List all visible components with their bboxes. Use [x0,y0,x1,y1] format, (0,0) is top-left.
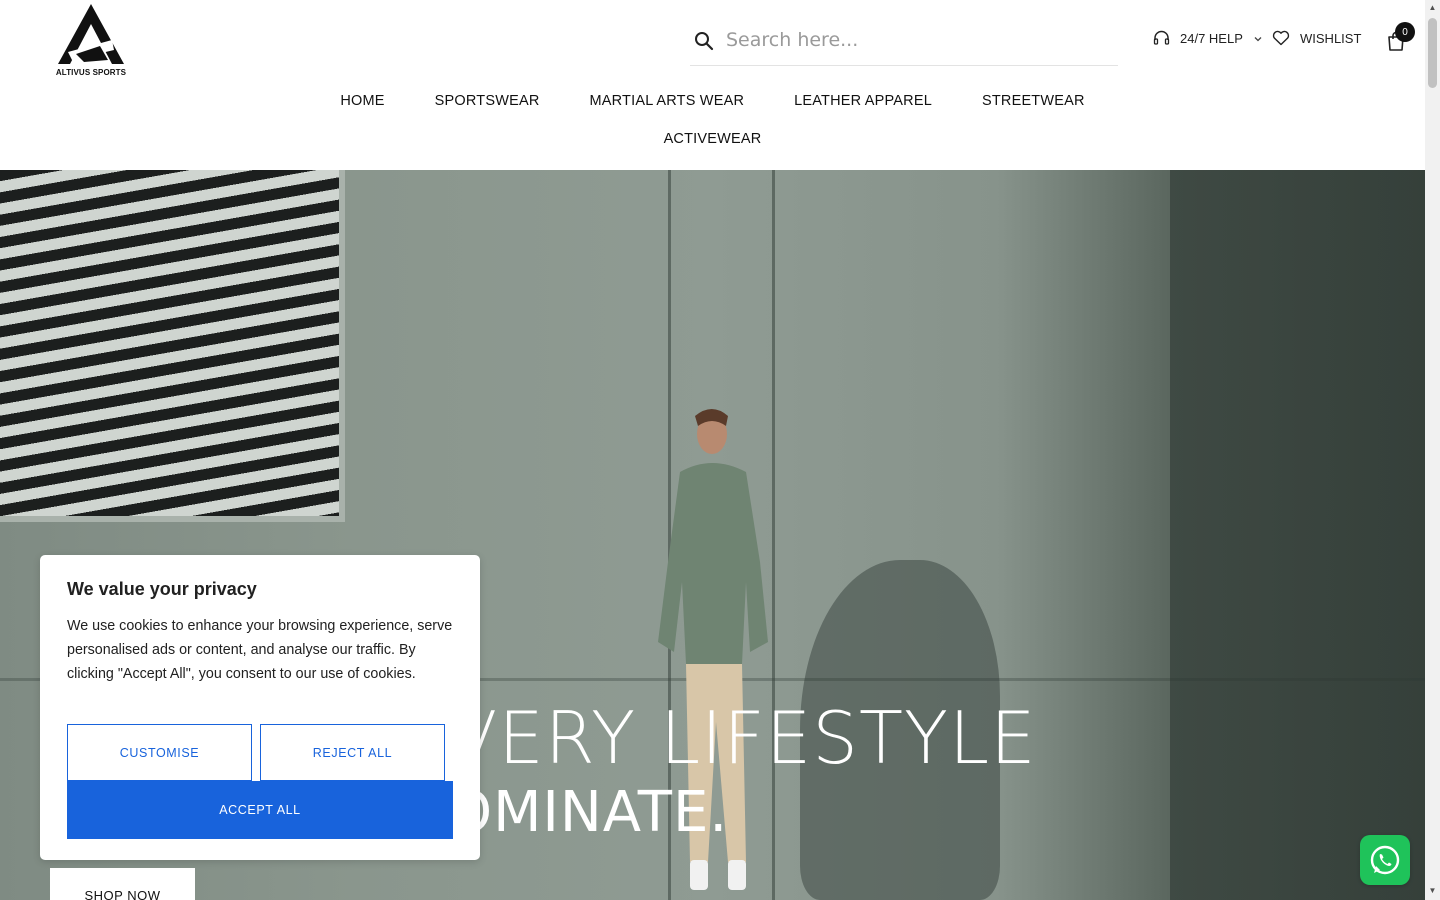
cookie-consent-dialog: We value your privacy We use cookies to … [40,555,480,860]
reject-all-button[interactable]: REJECT ALL [260,724,445,781]
cookie-title: We value your privacy [67,579,257,599]
help-menu[interactable]: 24/7 HELP [1153,30,1263,47]
accept-all-button[interactable]: ACCEPT ALL [67,781,453,839]
search-input[interactable] [726,26,1106,54]
brand-logo-text: ALTIVUS SPORTS [55,68,127,77]
nav-item-sportswear[interactable]: SPORTSWEAR [410,86,565,116]
headset-icon [1153,30,1170,45]
nav-item-home[interactable]: HOME [315,86,409,116]
scroll-up-arrow-icon[interactable]: ▲ [1428,3,1437,12]
main-nav: HOME SPORTSWEAR MARTIAL ARTS WEAR LEATHE… [0,86,1425,147]
hero-vent-graphic [0,170,345,522]
search-icon[interactable] [694,31,714,51]
hero-title: VERY LIFESTYLE [448,696,1037,780]
help-label: 24/7 HELP [1180,31,1243,46]
heart-icon [1272,30,1290,46]
wishlist-link[interactable]: WISHLIST [1272,30,1361,46]
nav-item-martial-arts-wear[interactable]: MARTIAL ARTS WEAR [565,86,770,116]
cart-count-badge: 0 [1395,22,1415,42]
nav-row-secondary: ACTIVEWEAR [0,130,1425,148]
nav-item-activewear[interactable]: ACTIVEWEAR [639,124,787,154]
search-bar [690,18,1118,66]
cookie-button-row: CUSTOMISE REJECT ALL [67,724,445,781]
wishlist-label: WISHLIST [1300,30,1362,46]
nav-item-leather-apparel[interactable]: LEATHER APPAREL [769,86,957,116]
page-scrollbar[interactable]: ▲ ▼ [1425,0,1440,900]
scroll-thumb[interactable] [1428,18,1437,88]
whatsapp-icon [1370,845,1400,875]
site-header: ALTIVUS SPORTS 24/7 HELP WISHLIST 0 HOME [0,0,1425,170]
cookie-body-text: We use cookies to enhance your browsing … [67,618,453,682]
chevron-down-icon [1254,36,1262,41]
nav-item-streetwear[interactable]: STREETWEAR [957,86,1110,116]
hero-subtitle: OMINATE. [448,780,729,845]
whatsapp-button[interactable] [1360,835,1410,885]
hero-shadow-area [1170,170,1425,900]
customise-button[interactable]: CUSTOMISE [67,724,252,781]
scroll-down-arrow-icon[interactable]: ▼ [1428,886,1437,895]
nav-row-primary: HOME SPORTSWEAR MARTIAL ARTS WEAR LEATHE… [0,86,1425,116]
shop-now-button[interactable]: SHOP NOW [50,868,195,900]
